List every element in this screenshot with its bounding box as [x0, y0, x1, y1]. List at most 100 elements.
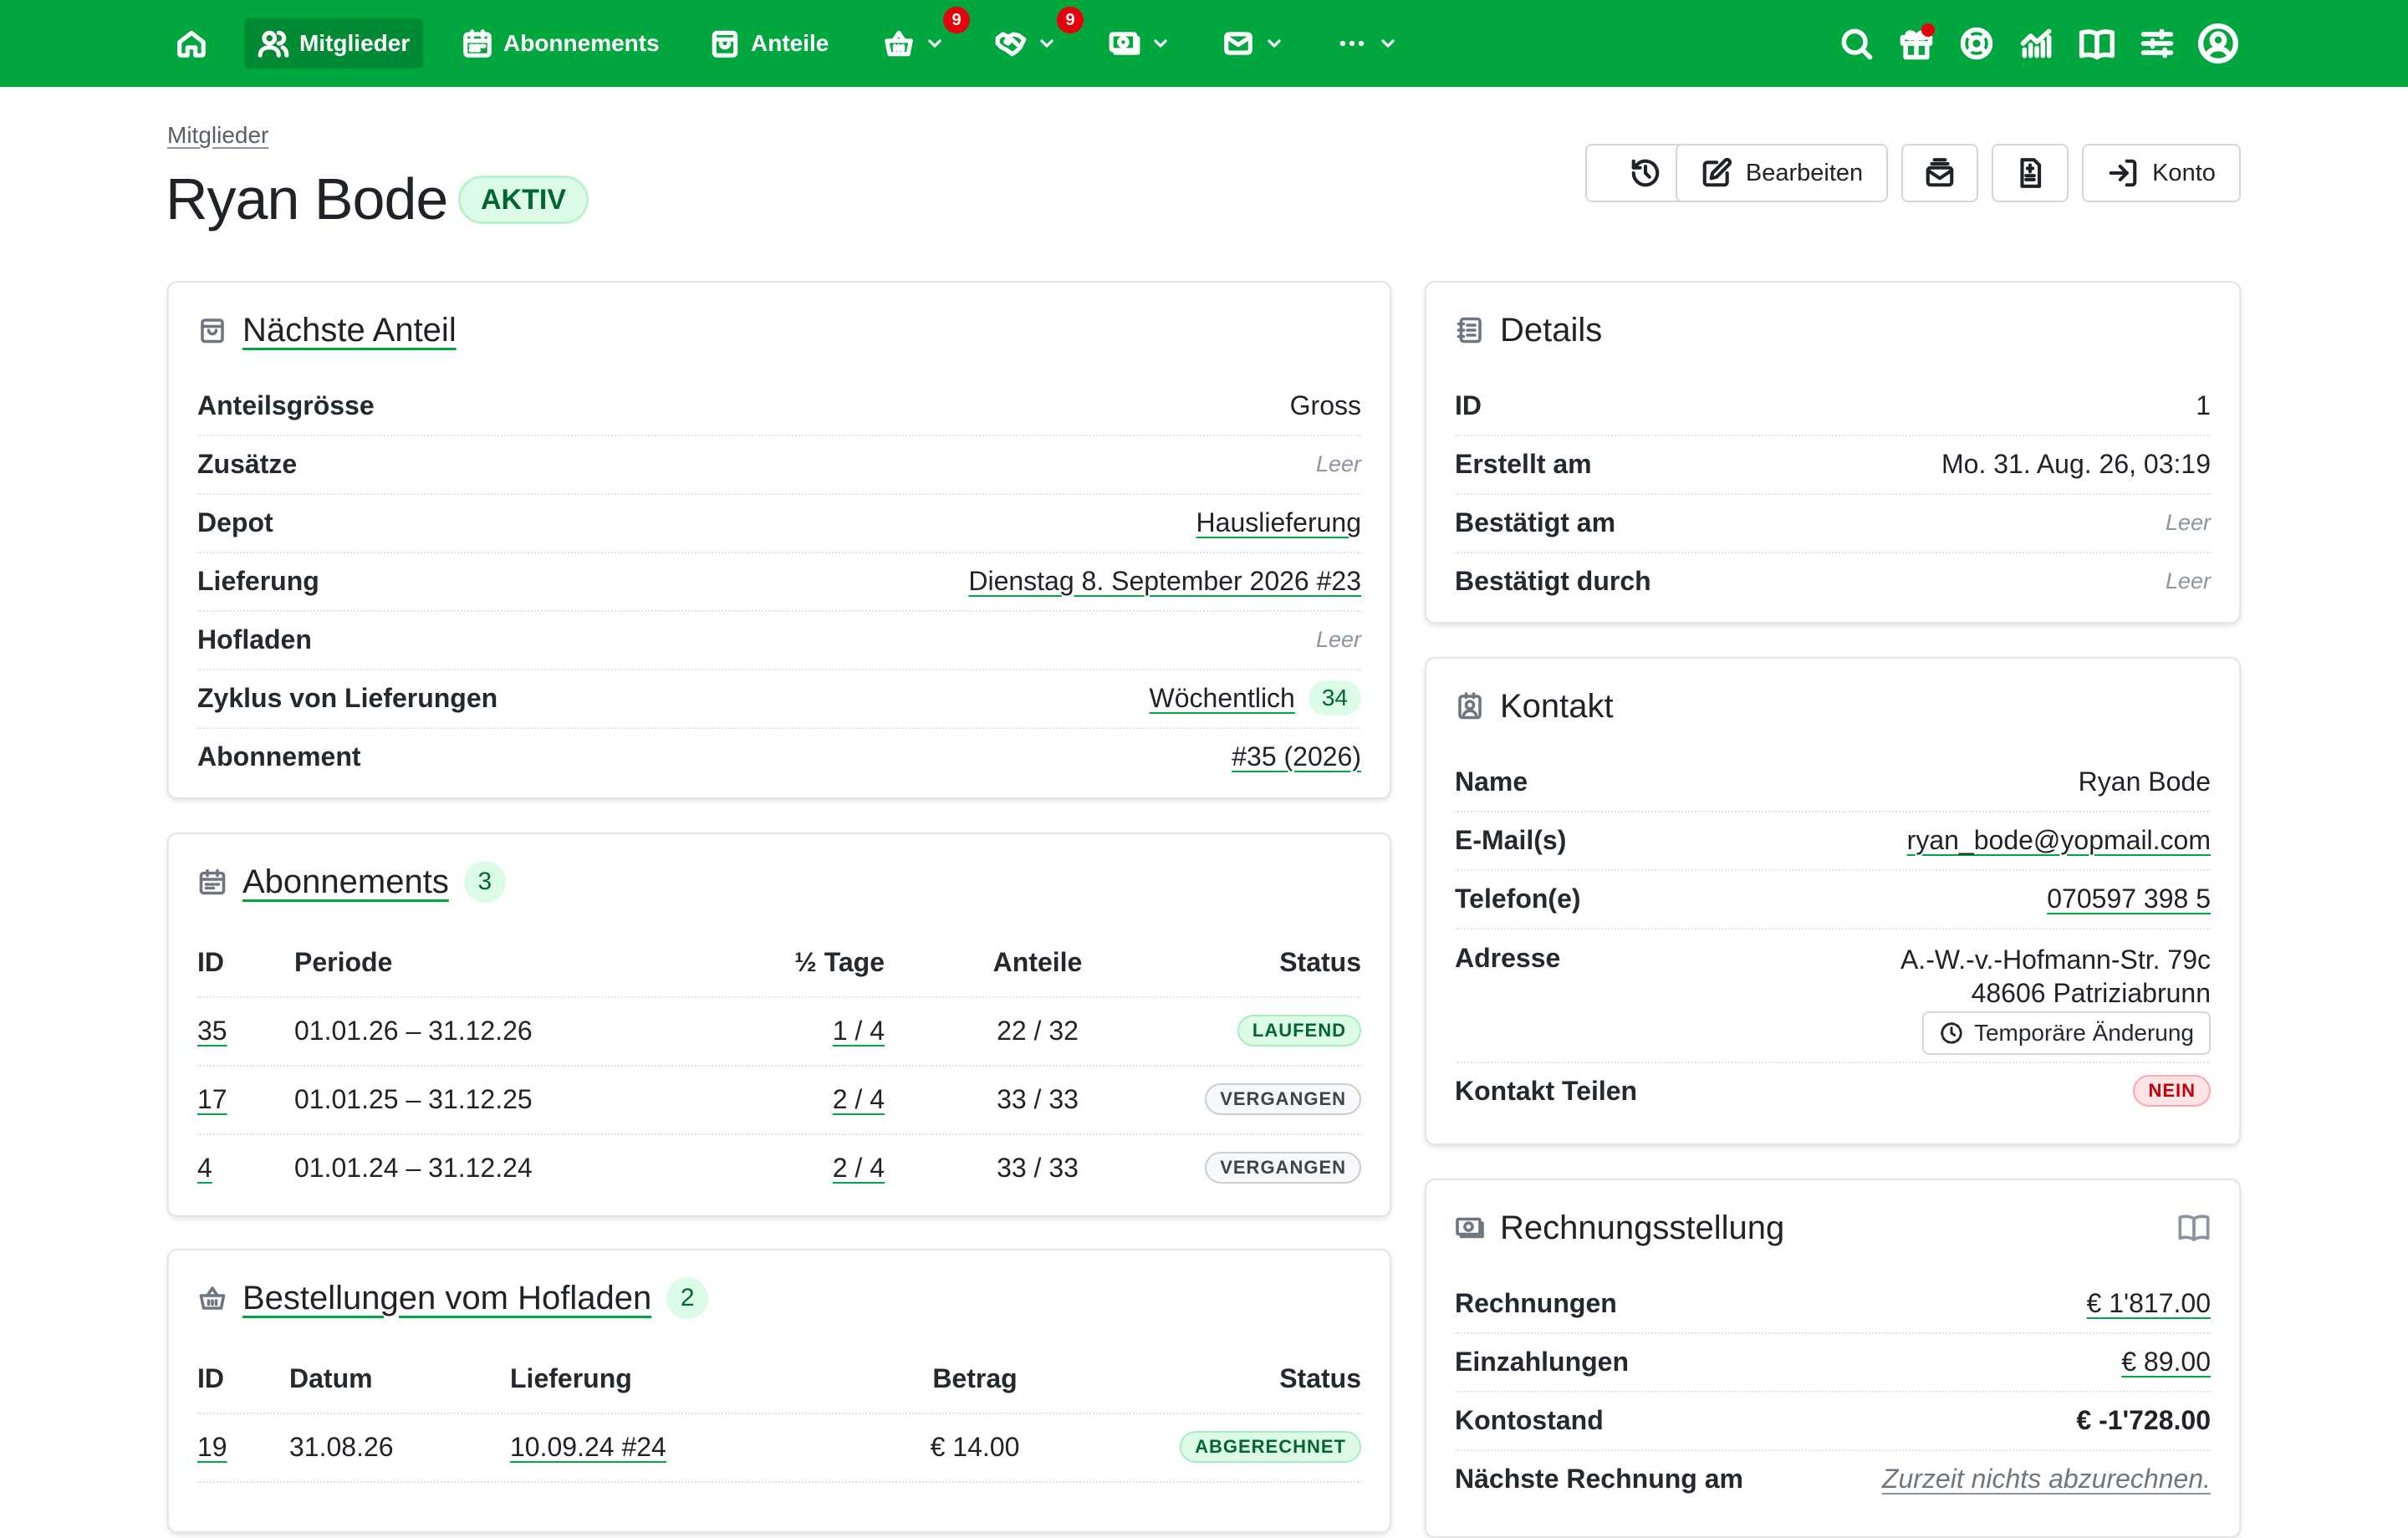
payments-row: Einzahlungen € 89.00: [1455, 1332, 2211, 1393]
subscription-period: 01.01.25 – 31.12.25: [294, 1083, 533, 1114]
subscription-shares: 33 / 33: [997, 1083, 1079, 1114]
account-button[interactable]: Konto: [2082, 144, 2241, 202]
help-button[interactable]: [1958, 25, 1995, 62]
shopping-bag-icon: [201, 318, 224, 344]
documentation-button[interactable]: [2079, 25, 2115, 62]
confirmed-by-label: Bestätigt durch: [1455, 565, 1651, 596]
settings-button[interactable]: [2139, 25, 2176, 62]
nav-basket-menu[interactable]: 9: [883, 7, 970, 69]
status-badge: VERGANGEN: [1205, 1152, 1361, 1184]
subscription-shares: 33 / 33: [997, 1152, 1079, 1183]
contact-phone-link[interactable]: 070597 398 5: [2047, 884, 2211, 914]
statistics-button[interactable]: [2018, 25, 2055, 62]
details-id-label: ID: [1455, 390, 1482, 420]
updates-button[interactable]: [1898, 23, 1935, 62]
delivery-cycle-value: Wöchentlich 34: [1150, 680, 1361, 716]
col-date: Datum: [289, 1362, 373, 1393]
extras-row: Zusätze Leer: [197, 435, 1361, 495]
breadcrumb-members[interactable]: Mitglieder: [167, 122, 268, 149]
jobs-notification-badge: 9: [1057, 7, 1084, 33]
delivery-cycle-link[interactable]: Wöchentlich: [1150, 683, 1295, 714]
nav-shares[interactable]: Anteile: [709, 18, 829, 69]
nav-subscriptions[interactable]: Abonnements: [462, 18, 660, 69]
subscription-link[interactable]: #35 (2026): [1232, 741, 1361, 772]
invoice-button[interactable]: [1992, 144, 2069, 202]
details-card-header: Details: [1455, 308, 1602, 353]
user-menu-button[interactable]: [2197, 23, 2239, 64]
delivery-link[interactable]: Dienstag 8. September 2026 #23: [968, 566, 1361, 597]
subscriptions-card-header: Abonnements 3: [197, 859, 506, 904]
subscription-half-days-link[interactable]: 2 / 4: [833, 1153, 885, 1184]
contact-email-link[interactable]: ryan_bode@yopmail.com: [1907, 825, 2211, 856]
page-title: Ryan Bode: [166, 166, 448, 232]
nav-billing-menu[interactable]: [1109, 18, 1171, 69]
confirmed-by-row: Bestätigt durch Leer: [1455, 552, 2211, 610]
nav-jobs-menu[interactable]: 9: [995, 7, 1084, 69]
depot-link[interactable]: Hauslieferung: [1196, 507, 1361, 538]
status-badge: ABGERECHNET: [1180, 1431, 1361, 1463]
payments-link[interactable]: € 89.00: [2121, 1347, 2211, 1378]
col-id: ID: [197, 946, 224, 977]
farm-shop-label: Hofladen: [197, 624, 312, 654]
order-id-link[interactable]: 19: [197, 1413, 227, 1481]
confirmed-at-value: Leer: [2165, 509, 2211, 535]
subscriptions-card: Abonnements 3 ID Periode ½ Tage Anteile …: [167, 833, 1391, 1217]
col-shares: Anteile: [992, 946, 1083, 977]
extras-value: Leer: [1315, 451, 1361, 476]
edit-button[interactable]: Bearbeiten: [1676, 144, 1888, 202]
farm-shop-row: Hofladen Leer: [197, 610, 1361, 670]
nav-mail-menu[interactable]: [1222, 18, 1284, 69]
chevron-down-icon: [1268, 39, 1281, 48]
chevron-down-icon: [1381, 39, 1395, 48]
balance-row: Kontostand € -1'728.00: [1455, 1391, 2211, 1451]
login-icon: [2109, 159, 2137, 187]
contact-name-value: Ryan Bode: [2078, 766, 2211, 797]
subscription-half-days-link[interactable]: 1 / 4: [833, 1016, 885, 1047]
table-row: 17 01.01.25 – 31.12.25 2 / 4 33 / 33 VER…: [197, 1065, 1361, 1135]
user-circle-icon: [2198, 23, 2238, 64]
search-button[interactable]: [1838, 25, 1875, 62]
subscription-id-link[interactable]: 4: [197, 1133, 212, 1202]
home-icon: [177, 30, 206, 58]
contact-card-icon: [1458, 692, 1482, 720]
details-id-row: ID 1: [1455, 376, 2211, 436]
invoices-link[interactable]: € 1'817.00: [2087, 1288, 2211, 1319]
nav-members[interactable]: Mitglieder: [244, 18, 424, 69]
confirmed-at-row: Bestätigt am Leer: [1455, 493, 2211, 553]
notebook-icon: [1457, 317, 1482, 344]
order-date: 31.08.26: [289, 1431, 394, 1462]
subscriptions-table-header: ID Periode ½ Tage Anteile Status: [197, 928, 1361, 998]
col-period: Periode: [294, 946, 393, 977]
nav-more-menu[interactable]: [1336, 18, 1398, 69]
temporary-change-button[interactable]: Temporäre Änderung: [1921, 1011, 2211, 1055]
subscription-label: Abonnement: [197, 741, 361, 772]
status-badge: LAUFEND: [1237, 1015, 1361, 1047]
mail-icon: [1224, 32, 1252, 55]
send-email-button[interactable]: [1901, 144, 1978, 202]
nav-home[interactable]: [176, 18, 207, 69]
col-id: ID: [197, 1362, 224, 1393]
order-delivery-link[interactable]: 10.09.24 #24: [510, 1432, 666, 1463]
delivery-cycle-label: Zyklus von Lieferungen: [197, 682, 498, 713]
payments-label: Einzahlungen: [1455, 1346, 1629, 1377]
billing-docs-button[interactable]: [2177, 1210, 2211, 1244]
subscription-period: 01.01.24 – 31.12.24: [294, 1152, 533, 1183]
basket-icon: [885, 30, 913, 57]
book-open-icon: [2178, 1215, 2210, 1241]
table-row: 4 01.01.24 – 31.12.24 2 / 4 33 / 33 VERG…: [197, 1133, 1361, 1202]
created-at-row: Erstellt am Mo. 31. Aug. 26, 03:19: [1455, 435, 2211, 495]
book-open-icon: [2079, 29, 2115, 60]
next-share-title-link[interactable]: Nächste Anteil: [242, 312, 457, 349]
subscription-id-link[interactable]: 35: [197, 996, 227, 1065]
next-invoice-link[interactable]: Zurzeit nichts abzurechnen.: [1882, 1464, 2211, 1495]
clock-dashed-icon: [1941, 1022, 1962, 1044]
subscription-shares: 22 / 32: [997, 1015, 1079, 1046]
address-line-1: A.-W.-v.-Hofmann-Str. 79c: [1900, 945, 2211, 975]
subscriptions-title-link[interactable]: Abonnements: [242, 863, 449, 901]
orders-title-link[interactable]: Bestellungen vom Hofladen: [242, 1280, 651, 1317]
contact-email-row: E-Mail(s) ryan_bode@yopmail.com: [1455, 811, 2211, 871]
next-share-card: Nächste Anteil Anteilsgrösse Gross Zusät…: [167, 281, 1391, 799]
billing-title: Rechnungsstellung: [1500, 1209, 1785, 1246]
subscription-id-link[interactable]: 17: [197, 1065, 227, 1133]
subscription-half-days-link[interactable]: 2 / 4: [833, 1084, 885, 1115]
